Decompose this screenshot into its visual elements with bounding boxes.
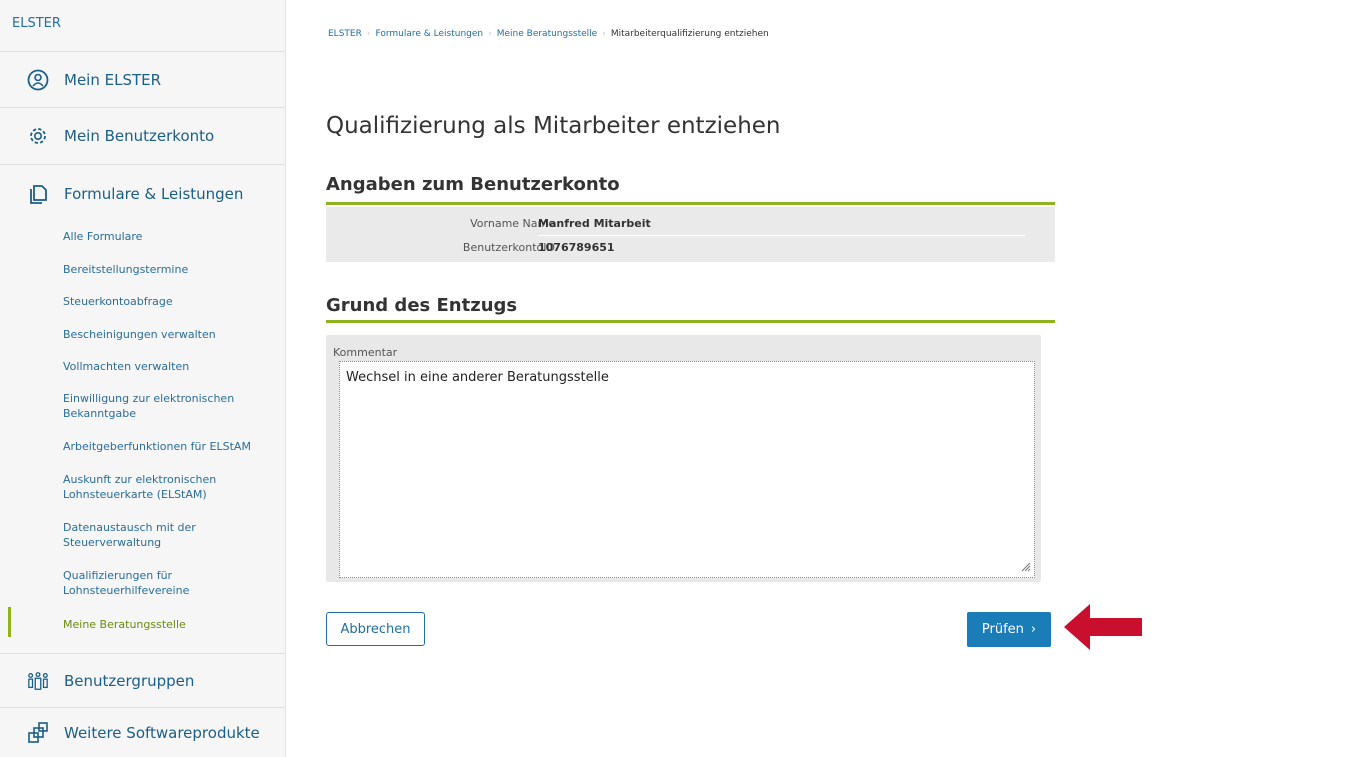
- reason-section-title: Grund des Entzugs: [326, 295, 518, 316]
- info-value: Manfred Mitarbeit: [538, 217, 651, 230]
- check-button[interactable]: Prüfen ›: [967, 612, 1051, 647]
- info-row-id: BenutzerkontoID 1076789651: [326, 241, 1055, 261]
- account-section-title: Angaben zum Benutzerkonto: [326, 174, 620, 195]
- sidebar: ELSTER Mein ELSTER Mein Benutzerkonto Fo…: [0, 0, 286, 757]
- cancel-button[interactable]: Abbrechen: [326, 612, 425, 646]
- sidebar-item-label: Mein ELSTER: [64, 70, 162, 89]
- sidebar-subitem-arbeitgeberfunktionen[interactable]: Arbeitgeberfunktionen für ELStAM: [0, 439, 261, 454]
- check-button-label: Prüfen: [981, 622, 1024, 637]
- user-circle-icon: [27, 69, 49, 91]
- sidebar-brand-label: ELSTER: [12, 16, 61, 31]
- comment-textarea[interactable]: [339, 361, 1035, 578]
- breadcrumb-elster[interactable]: ELSTER: [328, 29, 362, 39]
- breadcrumb-formulare[interactable]: Formulare & Leistungen: [375, 29, 483, 39]
- sidebar-item-mein-benutzerkonto[interactable]: Mein Benutzerkonto: [0, 108, 285, 165]
- breadcrumb-separator: ›: [366, 29, 371, 39]
- sidebar-subitem-einwilligung[interactable]: Einwilligung zur elektronischen Bekanntg…: [0, 391, 250, 421]
- account-info-box: Vorname Name Manfred Mitarbeit Benutzerk…: [326, 207, 1055, 262]
- sidebar-subitem-steuerkontoabfrage[interactable]: Steuerkontoabfrage: [0, 294, 183, 309]
- sidebar-item-label: Mein Benutzerkonto: [64, 127, 215, 145]
- sidebar-subitem-datenaustausch[interactable]: Datenaustausch mit der Steuerverwaltung: [0, 520, 210, 550]
- sidebar-item-mein-elster[interactable]: Mein ELSTER: [0, 52, 285, 108]
- breadcrumb-beratungsstelle[interactable]: Meine Beratungsstelle: [497, 29, 597, 39]
- comment-label: Kommentar: [333, 346, 398, 359]
- sidebar-item-formulare-leistungen[interactable]: Formulare & Leistungen: [0, 165, 285, 223]
- sidebar-subitem-bereitstellungstermine[interactable]: Bereitstellungstermine: [0, 262, 198, 277]
- app-root: ELSTER Mein ELSTER Mein Benutzerkonto Fo…: [0, 0, 1369, 757]
- sidebar-subitem-vollmachten[interactable]: Vollmachten verwalten: [0, 359, 199, 374]
- sidebar-item-label: Formulare & Leistungen: [64, 185, 244, 203]
- sidebar-subitem-alle-formulare[interactable]: Alle Formulare: [0, 229, 152, 244]
- breadcrumb-current: Mitarbeiterqualifizierung entziehen: [610, 29, 769, 39]
- main-content: ELSTER › Formulare & Leistungen › Meine Bera…: [288, 0, 1369, 757]
- resize-grip-icon[interactable]: [1019, 560, 1031, 572]
- sidebar-subitem-qualifizierungen[interactable]: Qualifizierungen für Lohnsteuerhilfevere…: [0, 568, 210, 598]
- sidebar-subitem-meine-beratungsstelle[interactable]: Meine Beratungsstelle: [0, 617, 196, 632]
- info-row-name: Vorname Name Manfred Mitarbeit: [326, 217, 1055, 237]
- sidebar-subitem-bescheinigungen[interactable]: Bescheinigungen verwalten: [0, 327, 226, 342]
- gear-icon: [27, 125, 49, 147]
- page-title: Qualifizierung als Mitarbeiter entziehen: [326, 113, 781, 139]
- sidebar-subitem-auskunft-elstam[interactable]: Auskunft zur elektronischen Lohnsteuerka…: [0, 472, 230, 502]
- breadcrumb: ELSTER › Formulare & Leistungen › Meine Bera…: [328, 29, 769, 39]
- annotation-arrow-icon: [1064, 604, 1142, 650]
- chevron-right-icon: ›: [1030, 622, 1037, 637]
- info-value: 1076789651: [538, 241, 615, 254]
- sidebar-brand[interactable]: ELSTER: [0, 0, 285, 52]
- sidebar-item-benutzergruppen[interactable]: Benutzergruppen: [0, 653, 285, 708]
- users-group-icon: [27, 670, 49, 692]
- section-divider: [326, 320, 1055, 323]
- section-divider: [326, 202, 1055, 205]
- breadcrumb-separator: ›: [488, 29, 492, 39]
- sidebar-item-label: Weitere Softwareprodukte: [64, 723, 260, 742]
- sidebar-item-weitere-softwareprodukte[interactable]: Weitere Softwareprodukte: [0, 708, 285, 757]
- documents-icon: [27, 183, 49, 205]
- software-products-icon: [27, 721, 49, 744]
- breadcrumb-separator: ›: [602, 29, 606, 39]
- info-row-divider: [538, 235, 1025, 236]
- sidebar-item-label: Benutzergruppen: [64, 671, 195, 690]
